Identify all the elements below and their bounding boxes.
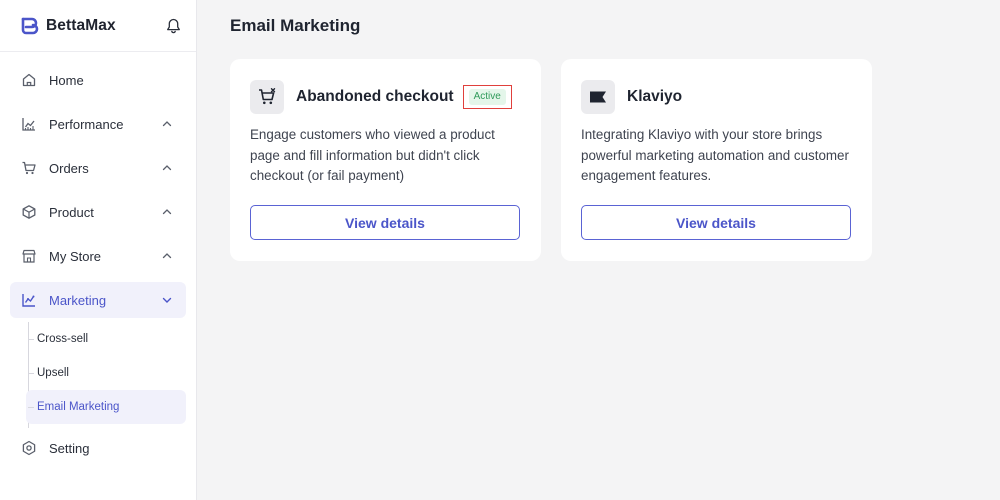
brand-row: BettaMax — [0, 0, 196, 52]
bettamax-logo-icon — [20, 16, 40, 36]
integration-cards: Abandoned checkout Active Engage custome… — [230, 59, 1000, 261]
chevron-up-icon[interactable] — [160, 161, 174, 175]
card-title: Abandoned checkout — [296, 88, 454, 105]
chart-icon — [20, 115, 38, 133]
brand[interactable]: BettaMax — [20, 16, 164, 36]
card-abandoned-checkout: Abandoned checkout Active Engage custome… — [230, 59, 541, 261]
sidebar-item-label: Orders — [49, 160, 89, 176]
chevron-down-icon[interactable] — [160, 293, 174, 307]
sidebar: BettaMax Home Performance Orders Product… — [0, 0, 197, 500]
chevron-up-icon[interactable] — [160, 205, 174, 219]
page-title: Email Marketing — [230, 16, 361, 35]
card-header: Abandoned checkout Active — [250, 79, 521, 115]
sidebar-item-label: My Store — [49, 248, 102, 264]
card-description: Engage customers who viewed a product pa… — [250, 127, 495, 183]
sidebar-item-performance[interactable]: Performance — [10, 106, 186, 142]
bell-icon[interactable] — [164, 17, 182, 35]
setting-icon — [20, 439, 38, 457]
sidebar-item-label: Home — [49, 72, 84, 88]
card-header: Klaviyo — [581, 79, 852, 115]
chevron-up-icon[interactable] — [160, 117, 174, 131]
sidebar-subitem-cross-sell[interactable]: Cross-sell — [26, 322, 186, 356]
sidebar-subitem-email-marketing[interactable]: Email Marketing — [26, 390, 186, 424]
cart-icon — [20, 159, 38, 177]
chevron-up-icon[interactable] — [160, 249, 174, 263]
store-icon — [20, 247, 38, 265]
cart-icon — [250, 80, 284, 114]
status-badge: Active — [468, 89, 506, 105]
klaviyo-icon — [581, 80, 615, 114]
sidebar-item-marketing[interactable]: Marketing — [10, 282, 186, 318]
sidebar-item-orders[interactable]: Orders — [10, 150, 186, 186]
main-content: Email Marketing Abandoned checkout Activ… — [197, 0, 1000, 500]
marketing-submenu: Cross-sell Upsell Email Marketing — [26, 322, 186, 428]
sidebar-item-label: Marketing — [49, 292, 107, 308]
sidebar-item-label: Performance — [49, 116, 124, 132]
sidebar-item-label: Product — [49, 204, 94, 220]
sidebar-subitem-upsell[interactable]: Upsell — [26, 356, 186, 390]
sidebar-nav: Home Performance Orders Product My Store… — [0, 52, 196, 466]
card-title: Klaviyo — [627, 88, 683, 105]
sidebar-item-product[interactable]: Product — [10, 194, 186, 230]
sidebar-item-label: Setting — [49, 440, 90, 456]
view-details-button[interactable]: View details — [250, 205, 520, 240]
sidebar-item-my-store[interactable]: My Store — [10, 238, 186, 274]
status-badge-highlight: Active — [462, 85, 512, 109]
box-icon — [20, 203, 38, 221]
card-description: Integrating Klaviyo with your store brin… — [581, 127, 849, 183]
view-details-button[interactable]: View details — [581, 205, 851, 240]
card-klaviyo: Klaviyo Integrating Klaviyo with your st… — [561, 59, 872, 261]
home-icon — [20, 71, 38, 89]
sidebar-item-home[interactable]: Home — [10, 62, 186, 98]
brand-name: BettaMax — [46, 16, 116, 34]
marketing-icon — [20, 291, 38, 309]
sidebar-item-setting[interactable]: Setting — [10, 430, 186, 466]
